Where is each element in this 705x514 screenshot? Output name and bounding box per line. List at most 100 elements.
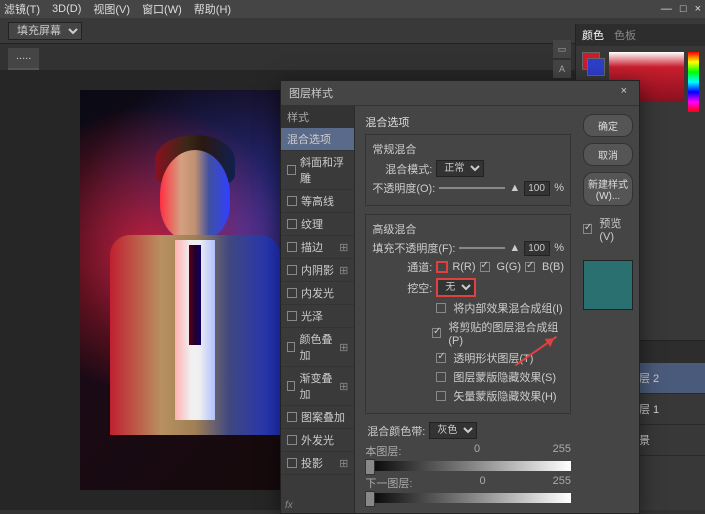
style-list: 样式 混合选项斜面和浮雕等高线纹理描边⊞ 内阴影 ⊞ 内发光光泽颜色叠加 ⊞ 渐变叠加 ⊞ 图…: [281, 106, 355, 513]
style-item[interactable]: 内发光: [281, 282, 354, 305]
subsection-label: 高级混合: [372, 221, 564, 237]
knockout-label: 挖空:: [372, 280, 432, 296]
opacity-input[interactable]: [524, 181, 550, 196]
channel-b-checkbox[interactable]: [525, 262, 535, 272]
document-tab[interactable]: .....: [8, 48, 39, 70]
color-tab[interactable]: 颜色: [582, 27, 604, 43]
maximize-icon[interactable]: □: [680, 3, 687, 15]
preview-swatch: [583, 260, 633, 310]
close-icon[interactable]: ×: [695, 3, 701, 15]
knockout-select[interactable]: 无: [436, 278, 476, 297]
style-label: 渐变叠加: [299, 370, 335, 402]
style-checkbox[interactable]: [287, 342, 295, 352]
style-label: 斜面和浮雕: [300, 154, 348, 186]
style-item[interactable]: 纹理: [281, 213, 354, 236]
add-icon[interactable]: ⊞: [339, 264, 348, 277]
image-content: [100, 120, 290, 490]
vector-mask-hide-checkbox[interactable]: [436, 391, 446, 401]
fill-slider[interactable]: [459, 247, 505, 249]
menu-view[interactable]: 视图(V): [93, 1, 130, 17]
blend-interior-checkbox[interactable]: [436, 303, 446, 313]
tool-icon[interactable]: A: [553, 60, 571, 78]
menu-help[interactable]: 帮助(H): [194, 1, 231, 17]
style-checkbox[interactable]: [287, 165, 296, 175]
blendif-label: 混合颜色带:: [365, 423, 425, 439]
add-icon[interactable]: ⊞: [339, 341, 348, 354]
style-item[interactable]: 等高线: [281, 190, 354, 213]
style-label: 外发光: [301, 432, 334, 448]
this-layer-slider[interactable]: [365, 461, 571, 471]
style-item[interactable]: 渐变叠加 ⊞: [281, 367, 354, 406]
style-item[interactable]: 投影⊞: [281, 452, 354, 475]
dialog-close-icon[interactable]: ×: [617, 85, 631, 101]
style-checkbox[interactable]: [287, 242, 297, 252]
ok-button[interactable]: 确定: [583, 114, 633, 137]
style-checkbox[interactable]: [287, 196, 297, 206]
hue-spectrum[interactable]: [688, 52, 699, 112]
add-icon[interactable]: ⊞: [339, 457, 348, 470]
style-item[interactable]: 颜色叠加 ⊞: [281, 328, 354, 367]
canvas[interactable]: [80, 90, 310, 490]
fill-opacity-input[interactable]: [524, 241, 550, 256]
fill-opacity-label: 填充不透明度(F):: [372, 240, 455, 256]
window-controls: — □ ×: [661, 3, 701, 15]
menu-window[interactable]: 窗口(W): [142, 1, 182, 17]
tool-icon[interactable]: ▭: [553, 40, 571, 58]
fx-label: fx: [285, 500, 293, 511]
new-style-button[interactable]: 新建样式(W)...: [583, 172, 633, 206]
style-checkbox[interactable]: [287, 458, 297, 468]
style-label: 内阴影: [301, 262, 334, 278]
add-icon[interactable]: ⊞: [339, 241, 348, 254]
style-label: 内发光: [301, 285, 334, 301]
style-item[interactable]: 外发光: [281, 429, 354, 452]
channels-label: 通道:: [372, 259, 432, 275]
side-toolbar: ▭ A: [553, 40, 573, 78]
dialog-title: 图层样式: [289, 85, 333, 101]
style-item[interactable]: 图案叠加: [281, 406, 354, 429]
style-checkbox[interactable]: [287, 219, 297, 229]
style-item[interactable]: 混合选项: [281, 128, 354, 151]
style-item[interactable]: 内阴影 ⊞: [281, 259, 354, 282]
style-item[interactable]: 斜面和浮雕: [281, 151, 354, 190]
section-title: 混合选项: [365, 114, 571, 130]
style-list-header: 样式: [281, 106, 354, 128]
cancel-button[interactable]: 取消: [583, 143, 633, 166]
blend-mode-select[interactable]: 正常: [436, 160, 484, 177]
menu-3d[interactable]: 3D(D): [52, 3, 81, 15]
style-checkbox[interactable]: [287, 435, 297, 445]
dialog-titlebar[interactable]: 图层样式 ×: [281, 81, 639, 106]
style-checkbox[interactable]: [287, 265, 297, 275]
preview-checkbox[interactable]: [583, 224, 592, 234]
style-label: 等高线: [301, 193, 334, 209]
channel-g-checkbox[interactable]: [480, 262, 490, 272]
blend-mode-label: 混合模式:: [372, 161, 432, 177]
color-swatch[interactable]: [582, 52, 605, 76]
opacity-label: 不透明度(O):: [372, 180, 435, 196]
blend-settings: 混合选项 常规混合 混合模式: 正常 不透明度(O): ▲ % 高级混合: [355, 106, 577, 513]
minimize-icon[interactable]: —: [661, 3, 672, 15]
transparency-shape-checkbox[interactable]: [436, 353, 446, 363]
style-label: 混合选项: [287, 131, 331, 147]
style-label: 颜色叠加: [299, 331, 335, 363]
menu-filter[interactable]: 滤镜(T): [4, 1, 40, 17]
style-checkbox[interactable]: [287, 412, 297, 422]
swatches-tab[interactable]: 色板: [614, 27, 636, 43]
opacity-slider[interactable]: [439, 187, 505, 189]
blend-clipped-checkbox[interactable]: [432, 328, 441, 338]
style-checkbox[interactable]: [287, 311, 297, 321]
style-item[interactable]: 光泽: [281, 305, 354, 328]
add-icon[interactable]: ⊞: [339, 380, 348, 393]
style-label: 图案叠加: [301, 409, 345, 425]
subsection-label: 常规混合: [372, 141, 564, 157]
layer-mask-hide-checkbox[interactable]: [436, 372, 446, 382]
dialog-buttons: 确定 取消 新建样式(W)... 预览(V): [577, 106, 639, 513]
under-layer-slider[interactable]: [365, 493, 571, 503]
style-label: 光泽: [301, 308, 323, 324]
fit-mode-select[interactable]: 填充屏幕: [8, 22, 82, 40]
blendif-select[interactable]: 灰色: [429, 422, 477, 439]
style-checkbox[interactable]: [287, 288, 297, 298]
style-item[interactable]: 描边⊞: [281, 236, 354, 259]
channel-r-checkbox[interactable]: [436, 261, 448, 273]
style-checkbox[interactable]: [287, 381, 295, 391]
layer-style-dialog: 图层样式 × 样式 混合选项斜面和浮雕等高线纹理描边⊞ 内阴影 ⊞ 内发光光泽颜色叠加…: [280, 80, 640, 514]
